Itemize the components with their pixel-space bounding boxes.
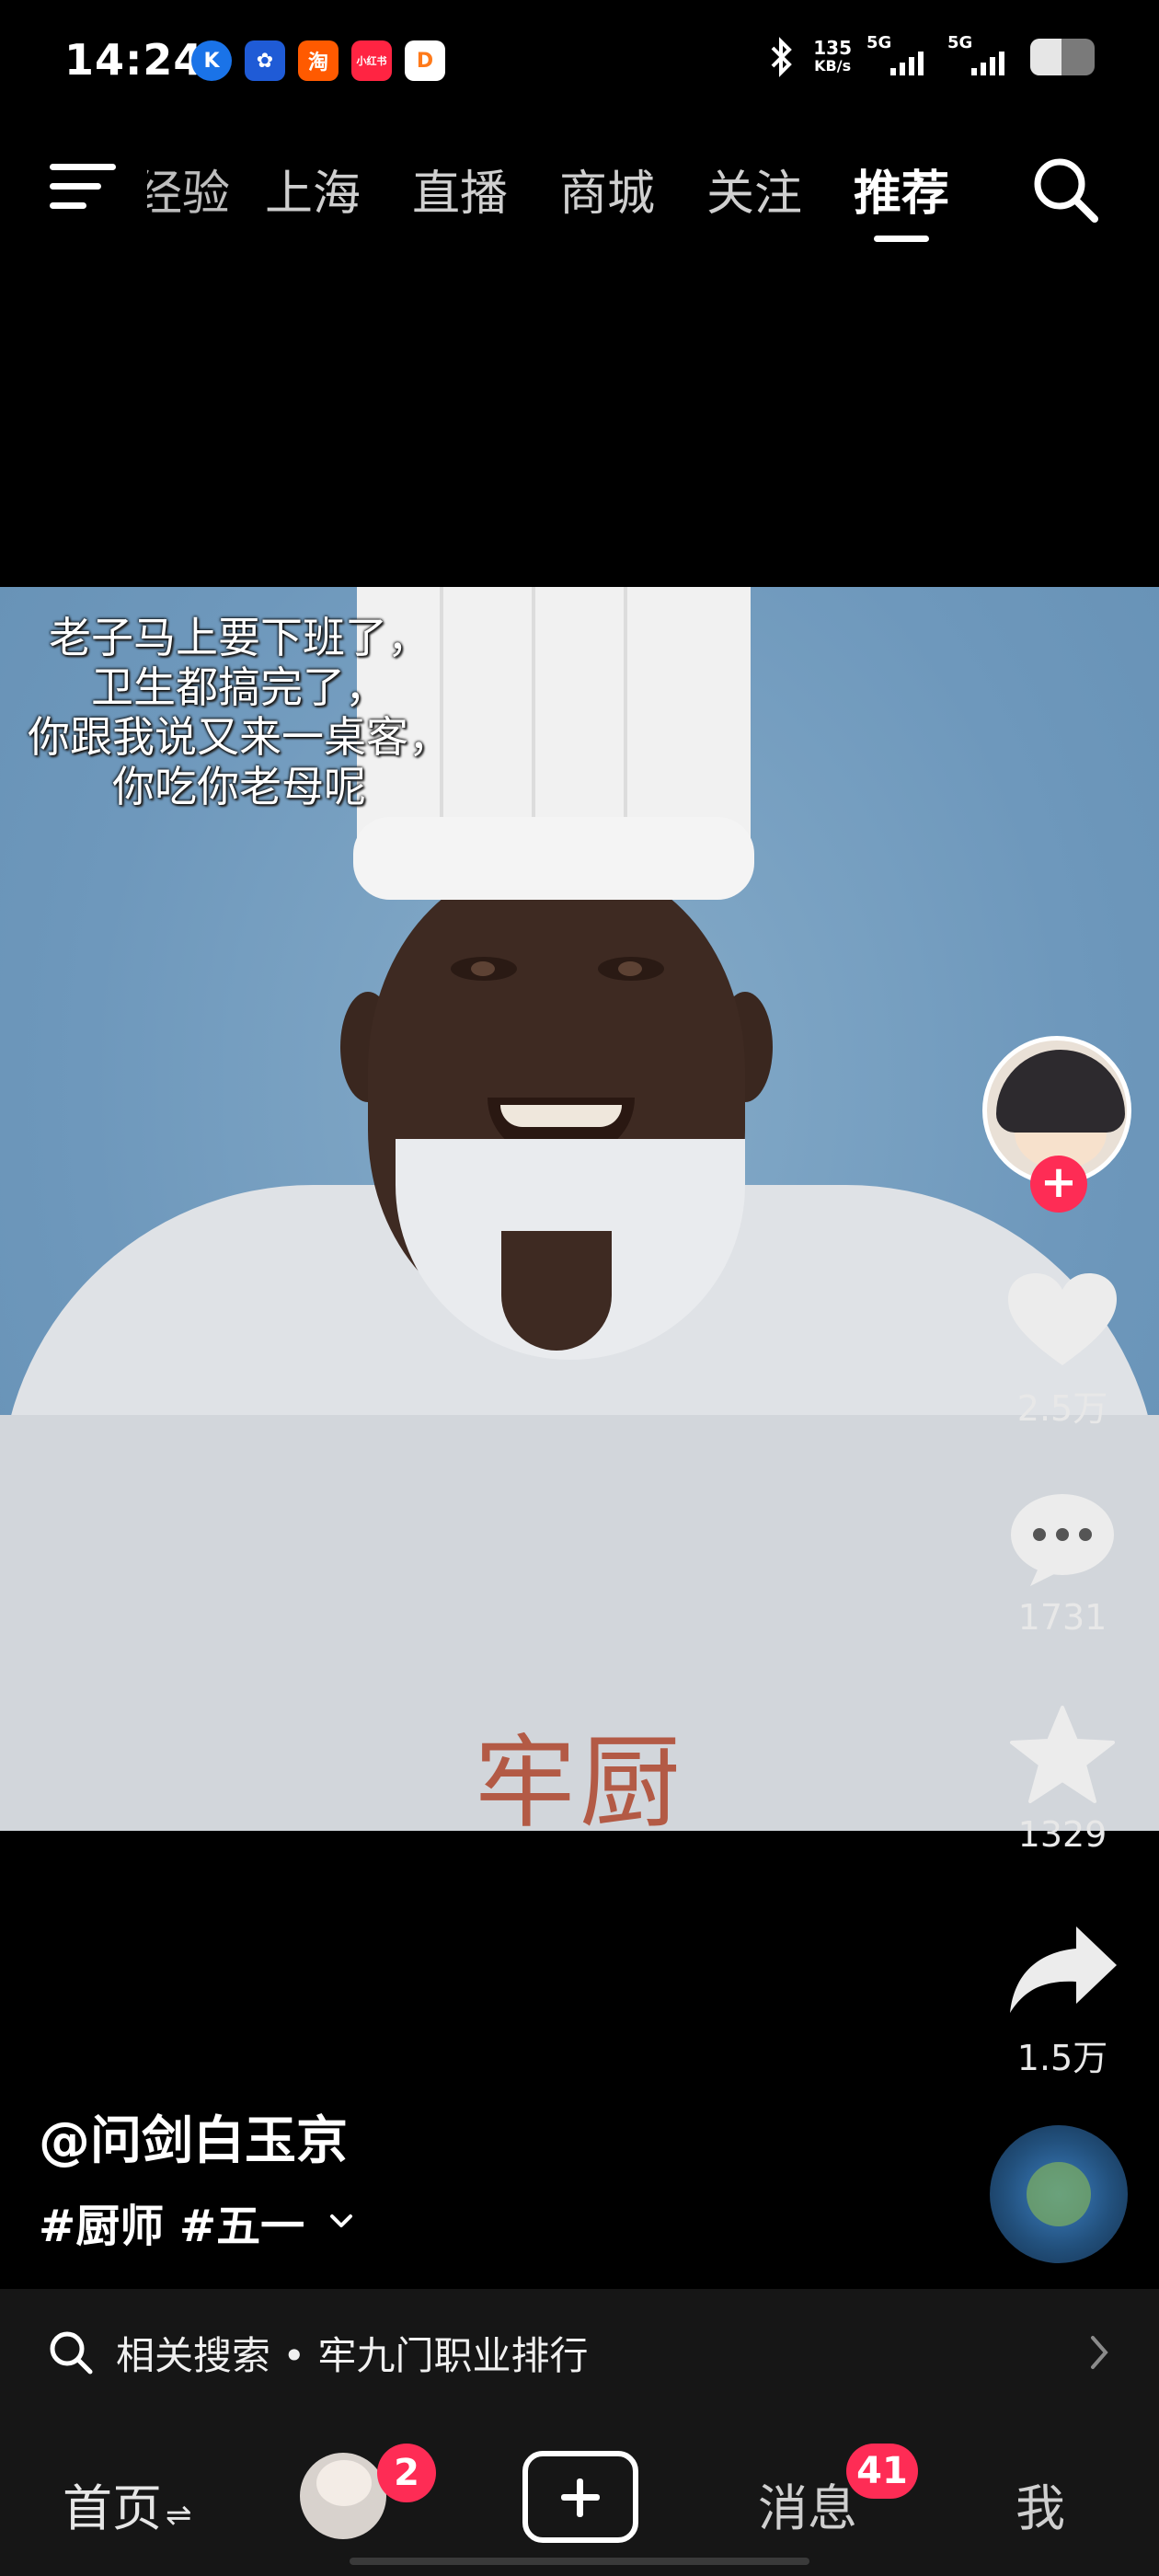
tab-recommend[interactable]: 推荐	[828, 155, 975, 242]
share-icon[interactable]	[1003, 1921, 1122, 2022]
video-player[interactable]: 牢厨 老子马上要下班了， 卫生都搞完了， 你跟我说又来一桌客， 你吃你老母呢	[0, 587, 1159, 1831]
friends-badge: 2	[377, 2444, 436, 2502]
signal-5g-1-icon: 5G	[866, 33, 933, 75]
bluetooth-icon	[771, 37, 793, 77]
favorite-star-icon[interactable]	[1003, 1704, 1122, 1805]
top-nav-tabs: 经验 上海 直播 商城 关注 推荐	[147, 155, 975, 242]
chevron-right-icon	[1091, 2336, 1108, 2369]
favorite-count: 1329	[1017, 1814, 1107, 1855]
menu-icon[interactable]	[50, 164, 116, 210]
nav-messages[interactable]: 消息	[758, 2467, 857, 2540]
follow-button[interactable]: +	[1030, 1156, 1087, 1213]
status-indicators: 135 KB/s 5G 5G	[765, 33, 1095, 77]
related-search-text: 相关搜索 • 牢九门职业排行	[116, 2332, 589, 2378]
net-speed: 135 KB/s	[813, 37, 852, 75]
friends-avatar[interactable]	[300, 2453, 386, 2539]
like-icon[interactable]	[1003, 1270, 1122, 1371]
signal-5g-2-icon: 5G	[947, 33, 1014, 75]
share-count: 1.5万	[1016, 2038, 1108, 2078]
pinwheel-app-icon: ✿	[245, 40, 285, 81]
comment-icon[interactable]	[1003, 1489, 1122, 1590]
notification-icons: K ✿ 淘 小红书 D	[191, 40, 445, 81]
chevron-down-icon[interactable]	[325, 2205, 358, 2238]
related-search-bar[interactable]: 相关搜索 • 牢九门职业排行	[0, 2289, 1159, 2416]
author-name[interactable]: @问剑白玉京	[39, 2099, 348, 2174]
k-app-icon: K	[191, 40, 232, 81]
home-indicator	[350, 2558, 809, 2565]
tab-mall[interactable]: 商城	[534, 155, 681, 224]
battery-icon	[1030, 39, 1095, 75]
bottom-nav: 首页 ⇌ 2 消息 41 我	[0, 2416, 1159, 2576]
music-disc-icon[interactable]	[990, 2125, 1128, 2263]
nav-me[interactable]: 我	[1016, 2467, 1065, 2540]
didi-icon: D	[405, 40, 445, 81]
comment-count: 1731	[1017, 1597, 1107, 1638]
create-button[interactable]	[522, 2451, 638, 2543]
tab-shanghai[interactable]: 上海	[239, 155, 386, 224]
tab-following[interactable]: 关注	[681, 155, 828, 224]
messages-badge: 41	[846, 2444, 918, 2499]
nav-home[interactable]: 首页 ⇌	[63, 2467, 192, 2540]
coat-embroidery: 牢厨	[475, 1724, 684, 1831]
search-icon[interactable]	[1028, 153, 1102, 226]
tab-live[interactable]: 直播	[386, 155, 534, 224]
taobao-icon: 淘	[298, 40, 339, 81]
tags-text[interactable]: #厨师 #五一	[39, 2190, 304, 2254]
status-time: 14:24	[64, 35, 204, 85]
search-icon	[50, 2331, 93, 2375]
video-caption: 老子马上要下班了， 卫生都搞完了， 你跟我说又来一桌客， 你吃你老母呢	[28, 613, 451, 811]
video-tags[interactable]: #厨师 #五一	[39, 2190, 358, 2254]
like-count: 2.5万	[1016, 1388, 1108, 1429]
xiaohongshu-icon: 小红书	[351, 40, 392, 81]
switch-icon: ⇌	[166, 2497, 192, 2534]
tab-experience[interactable]: 经验	[147, 155, 239, 224]
